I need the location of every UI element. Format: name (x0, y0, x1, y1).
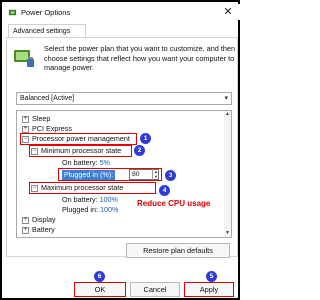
tree-item-minimum-processor-state[interactable]: − Minimum processor state (31, 146, 121, 156)
tree-item-processor-power-management[interactable]: − Processor power management (22, 134, 130, 144)
power-plan-dropdown[interactable]: Balanced [Active] ▾ (16, 92, 232, 105)
setting-max-on-battery[interactable]: On battery: 100% (62, 195, 118, 205)
window-title: Power Options (21, 8, 71, 17)
power-options-window: Power Options ✕ Advanced settings Select… (0, 0, 240, 300)
expand-toggle-icon[interactable]: + (22, 125, 29, 133)
tree-scrollbar[interactable]: ▲ ▼ (224, 111, 231, 237)
expand-toggle-icon[interactable]: + (22, 216, 29, 224)
collapse-toggle-icon[interactable]: − (22, 135, 29, 143)
expand-toggle-icon[interactable]: + (22, 226, 29, 234)
step-badge-3: 3 (165, 170, 176, 181)
spinner-arrows-icon[interactable]: ▲ ▼ (152, 169, 159, 180)
step-badge-6: 6 (94, 271, 105, 282)
ok-button[interactable]: OK (74, 282, 126, 297)
power-plan-selected: Balanced [Active] (20, 95, 75, 102)
close-icon[interactable]: ✕ (222, 6, 234, 18)
tree-item-sleep[interactable]: + Sleep (22, 114, 50, 124)
expand-toggle-icon[interactable]: + (22, 115, 29, 123)
cancel-button[interactable]: Cancel (130, 282, 180, 297)
plan-description: Select the power plan that you want to c… (44, 44, 236, 73)
tree-item-maximum-processor-state[interactable]: − Maximum processor state (31, 183, 123, 193)
scroll-down-arrow-icon[interactable]: ▼ (224, 230, 231, 237)
step-badge-2: 2 (134, 145, 145, 156)
apply-button[interactable]: Apply (184, 282, 234, 297)
setting-min-plugged-in[interactable]: Plugged in (%): (62, 170, 116, 180)
tree-item-battery[interactable]: + Battery (22, 225, 55, 235)
annotation-reduce-cpu: Reduce CPU usage (137, 199, 211, 208)
title-bar: Power Options ✕ (4, 4, 240, 20)
collapse-toggle-icon[interactable]: − (31, 147, 38, 155)
max-on-battery-value: 100% (99, 195, 118, 204)
scroll-up-arrow-icon[interactable]: ▲ (224, 111, 231, 118)
step-badge-4: 4 (159, 185, 170, 196)
chevron-down-icon: ▾ (224, 95, 228, 102)
setting-min-on-battery[interactable]: On battery: 5% (62, 158, 110, 168)
setting-max-plugged-in[interactable]: Plugged in: 100% (62, 205, 118, 215)
max-plugged-in-value: 100% (99, 205, 119, 214)
power-options-app-icon (8, 9, 17, 16)
step-badge-5: 5 (206, 271, 217, 282)
tree-item-display[interactable]: + Display (22, 215, 56, 225)
collapse-toggle-icon[interactable]: − (31, 184, 38, 192)
tab-advanced-settings[interactable]: Advanced settings (8, 24, 86, 38)
min-on-battery-value: 5% (99, 158, 110, 167)
step-badge-1: 1 (140, 133, 151, 144)
restore-defaults-button[interactable]: Restore plan defaults (126, 243, 230, 258)
power-plan-icon (14, 50, 34, 67)
